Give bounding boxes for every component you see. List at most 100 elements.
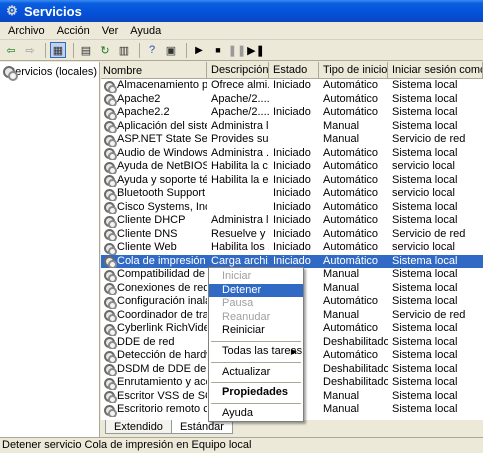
help-panel-icon[interactable]: ▣ (163, 42, 179, 58)
service-name: Apache2 (101, 92, 207, 106)
service-name-text: Cisco Systems, Inc.... (117, 200, 207, 213)
context-menu-item-reiniciar[interactable]: Reiniciar (209, 324, 303, 338)
menu-separator (211, 382, 301, 384)
table-row[interactable]: Ayuda y soporte té... Habilita la e... Ini… (101, 173, 483, 187)
service-logon: Servicio de red (392, 133, 466, 145)
table-row[interactable]: Apache2 Apache/2.... Automático Sistema loc… (101, 92, 483, 106)
menu-item-label: Iniciar (222, 270, 252, 282)
service-logon: Sistema local (392, 146, 458, 159)
table-row[interactable]: Audio de Windows Administra ... Iniciado Au… (101, 146, 483, 160)
service-name-text: Apache2 (117, 92, 161, 105)
service-name: Configuración inalá... (101, 295, 207, 309)
service-name-text: Coordinador de tra... (117, 308, 207, 321)
column-header-iniciar-sesion[interactable]: Iniciar sesión como (388, 62, 483, 79)
column-header-tipo-inicio[interactable]: Tipo de inicio (319, 62, 388, 79)
service-description: Administra l... (211, 119, 269, 132)
service-name-text: Enrutamiento y acc... (117, 376, 207, 388)
table-row[interactable]: Bluetooth Support S... Iniciado Automático… (101, 187, 483, 201)
service-name-text: Detección de hardw... (117, 349, 207, 361)
table-row[interactable]: Ayuda de NetBIOS ... Habilita la c... Inic… (101, 160, 483, 174)
service-gear-icon (103, 134, 117, 147)
refresh-icon[interactable]: ↻ (97, 42, 113, 58)
menu-item-label: Reanudar (222, 310, 271, 323)
status-text: Detener servicio Cola de impresión en Eq… (2, 439, 252, 451)
service-gear-icon (103, 255, 117, 268)
service-gear-icon (103, 269, 117, 282)
service-name: Aplicación del siste... (101, 119, 207, 133)
submenu-arrow-icon: ▶ (290, 346, 297, 356)
service-name: Cyberlink RichVideo ... (101, 322, 207, 336)
table-row[interactable]: Cliente DNS Resuelve y ... Iniciado Automát… (101, 227, 483, 241)
service-gear-icon (103, 120, 117, 133)
context-menu-item-detener[interactable]: Detener (209, 283, 303, 298)
service-logon: Sistema local (392, 376, 458, 388)
forward-arrow-icon[interactable]: ⇨ (22, 42, 38, 58)
column-header-estado[interactable]: Estado (269, 62, 319, 79)
menu-item-label: Reiniciar (222, 324, 265, 337)
service-name-text: Configuración inalá... (117, 295, 207, 307)
service-status: Iniciado (273, 214, 311, 226)
menu-accion[interactable]: Acción (51, 25, 96, 37)
context-menu-item-ayuda[interactable]: Ayuda (209, 407, 303, 421)
menu-item-label: Actualizar (222, 365, 271, 378)
properties-icon[interactable]: ▤ (78, 42, 94, 58)
menu-item-label: Pausa (222, 297, 254, 310)
tree-item-services-local[interactable]: Servicios (locales) (0, 62, 99, 81)
service-logon: Sistema local (392, 119, 458, 132)
stop-service-icon[interactable]: ■ (210, 42, 226, 58)
table-row[interactable]: ASP.NET State Serv... Provides su... Manua… (101, 133, 483, 147)
service-startup-type: Manual (323, 119, 360, 132)
table-row[interactable]: Apache2.2 Apache/2.... Iniciado Automático S… (101, 106, 483, 120)
service-logon: servicio local (392, 187, 455, 199)
menu-ayuda[interactable]: Ayuda (124, 25, 167, 37)
tree-pane: Servicios (locales) (0, 62, 100, 437)
service-startup-type: Deshabilitado (323, 362, 388, 375)
show-hide-tree-icon[interactable]: ▦ (50, 42, 66, 58)
service-startup-type: Manual (323, 403, 360, 415)
service-logon: servicio local (392, 160, 455, 172)
service-name: Apache2.2 (101, 106, 207, 120)
service-startup-type: Automático (323, 254, 379, 267)
table-row[interactable]: Cisco Systems, Inc.... Iniciado Automático… (101, 200, 483, 214)
context-menu: Iniciar Detener Pausa Reanudar Reiniciar Toda… (208, 267, 304, 422)
table-row[interactable]: Cliente Web Habilita los ... Iniciado Autom… (101, 241, 483, 255)
service-status: Iniciado (273, 79, 311, 91)
menu-bar: Archivo Acción Ver Ayuda (0, 22, 483, 40)
context-menu-item-todas-las-tareas[interactable]: Todas las tareas ▶ (209, 345, 303, 359)
export-list-icon[interactable]: ▥ (116, 42, 132, 58)
context-menu-item-actualizar[interactable]: Actualizar (209, 366, 303, 380)
start-service-icon[interactable]: ▶ (191, 42, 207, 58)
menu-item-label: Ayuda (222, 406, 253, 419)
service-name-text: Cliente DNS (117, 227, 178, 240)
column-header-descripcion[interactable]: Descripción (207, 62, 269, 79)
column-header-nombre[interactable]: Nombre (101, 62, 207, 79)
service-logon: Sistema local (392, 173, 458, 186)
menu-ver[interactable]: Ver (96, 25, 125, 37)
tab-estandar[interactable]: Estándar (170, 420, 233, 434)
service-status: Iniciado (273, 241, 311, 253)
pause-service-icon[interactable]: ❚❚ (228, 42, 246, 58)
table-row[interactable]: Aplicación del siste... Administra l... Ma… (101, 119, 483, 133)
service-description: Carga archi... (211, 254, 269, 267)
service-logon: Sistema local (392, 295, 458, 307)
table-row[interactable]: Cliente DHCP Administra l... Iniciado Autom… (101, 214, 483, 228)
service-name-text: Cliente DHCP (117, 214, 186, 226)
table-row[interactable]: Cola de impresión Carga archi... Iniciado A… (101, 254, 483, 268)
service-status: Iniciado (273, 160, 311, 172)
table-row[interactable]: Almacenamiento pr... Ofrece almi... Inicia… (101, 79, 483, 93)
restart-service-icon[interactable]: ▶❚ (247, 42, 265, 58)
back-arrow-icon[interactable]: ⇦ (3, 42, 19, 58)
help-icon[interactable]: ? (144, 42, 160, 58)
context-menu-item-propiedades[interactable]: Propiedades (209, 386, 303, 400)
service-name-text: Aplicación del siste... (117, 119, 207, 132)
menu-archivo[interactable]: Archivo (2, 25, 51, 37)
service-startup-type: Automático (323, 214, 379, 226)
service-gear-icon (103, 242, 117, 255)
service-gear-icon (103, 188, 117, 201)
service-status: Iniciado (273, 173, 311, 186)
tab-extendido[interactable]: Extendido (105, 420, 172, 434)
service-name: Cliente DNS (101, 227, 207, 241)
service-name-text: Conexiones de red (117, 281, 207, 294)
service-startup-type: Manual (323, 281, 360, 294)
service-startup-type: Manual (323, 308, 360, 321)
